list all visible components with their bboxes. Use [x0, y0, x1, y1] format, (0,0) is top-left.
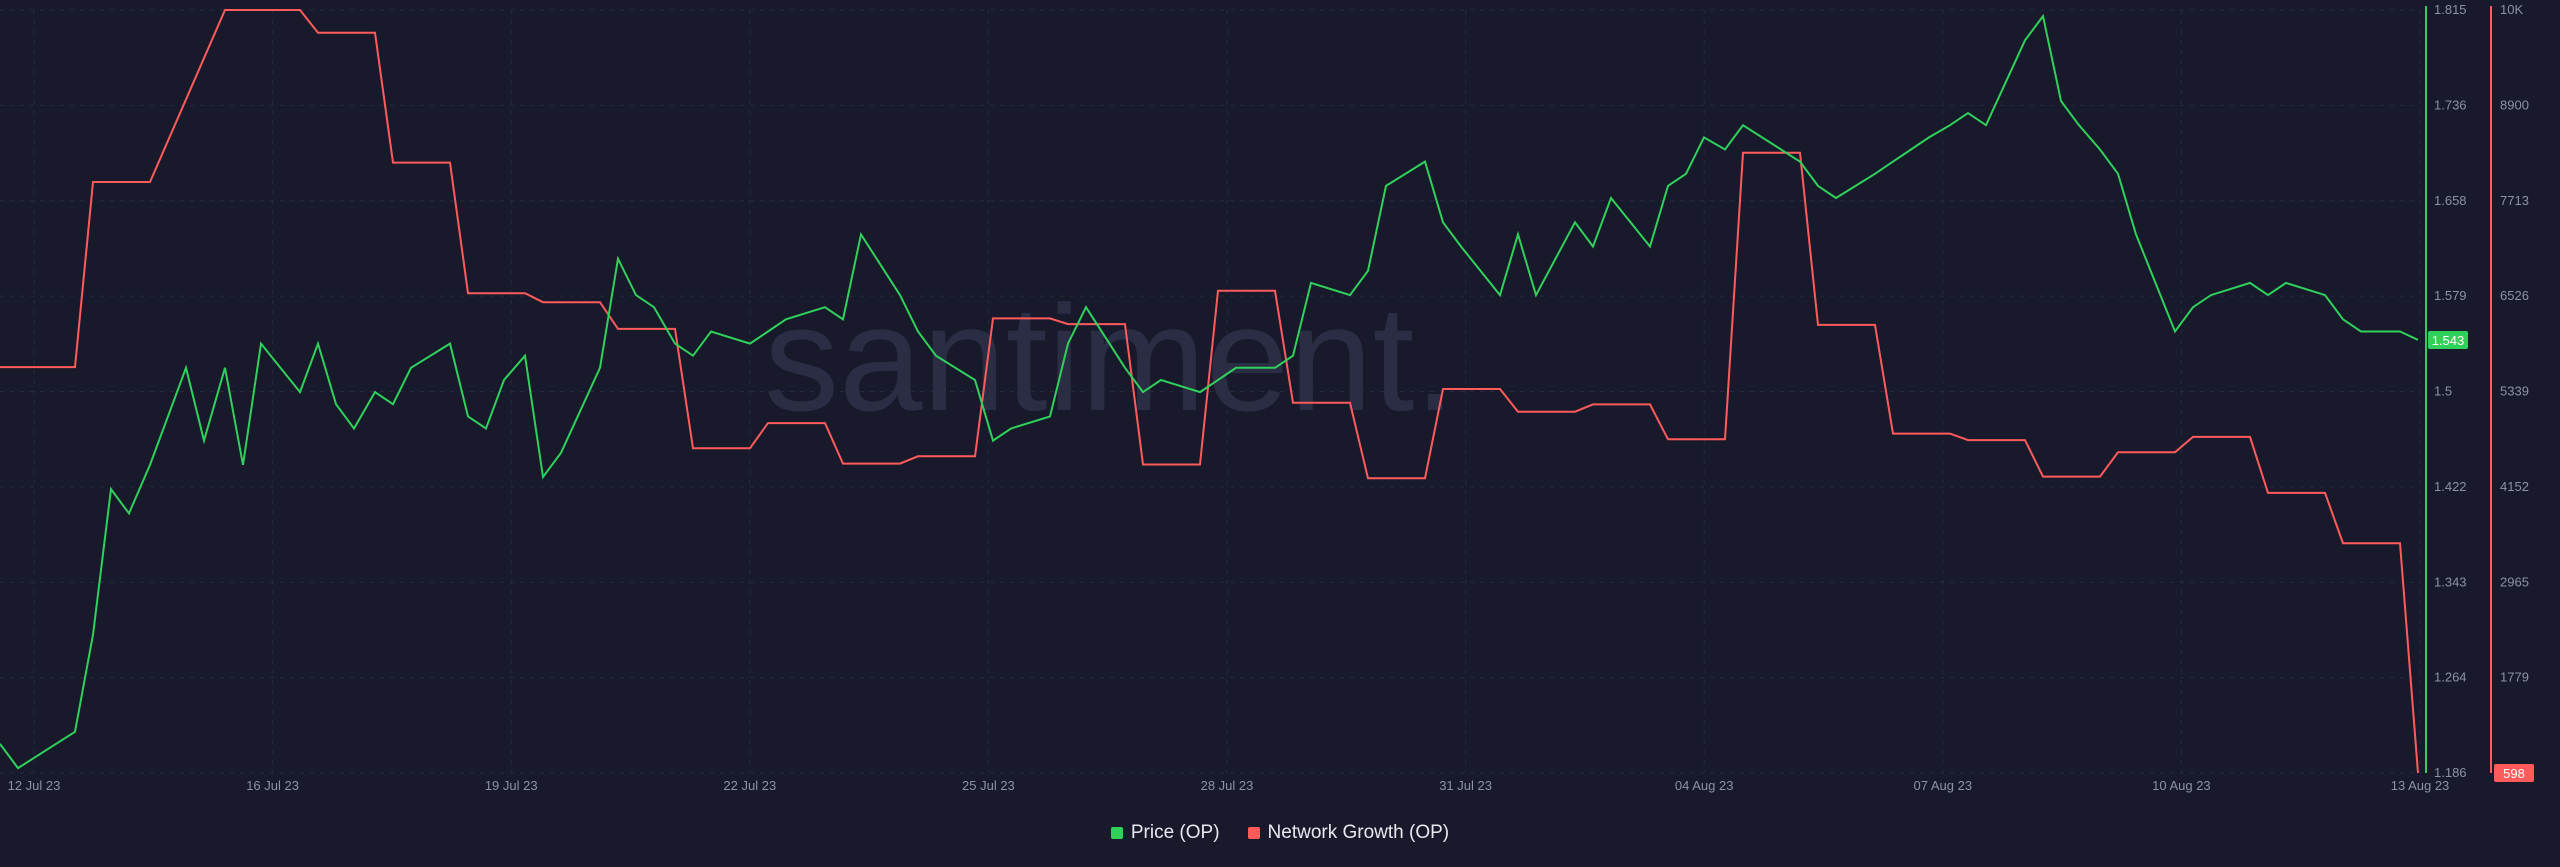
- price-current-badge: 1.543: [2428, 330, 2468, 349]
- price-tick-label: 1.343: [2434, 574, 2467, 589]
- legend-item-network-growth[interactable]: Network Growth (OP): [1247, 822, 1450, 844]
- x-tick-label: 25 Jul 23: [962, 778, 1015, 793]
- price-tick-label: 1.5: [2434, 384, 2452, 399]
- network-growth-tick-label: 4152: [2500, 479, 2529, 494]
- x-tick-label: 19 Jul 23: [485, 778, 538, 793]
- network-growth-tick-label: 1779: [2500, 670, 2529, 685]
- price-tick-label: 1.736: [2434, 97, 2467, 112]
- legend: Price (OP) Network Growth (OP): [0, 822, 2560, 844]
- price-tick-label: 1.422: [2434, 479, 2467, 494]
- x-tick-label: 13 Aug 23: [2391, 778, 2450, 793]
- x-tick-label: 16 Jul 23: [246, 778, 299, 793]
- network-growth-legend-label: Network Growth (OP): [1267, 822, 1450, 843]
- network-growth-tick-label: 5339: [2500, 384, 2529, 399]
- price-tick-label: 1.815: [2434, 2, 2467, 17]
- price-tick-label: 1.264: [2434, 670, 2467, 685]
- price-tick-label: 1.186: [2434, 765, 2467, 780]
- price-tick-label: 1.658: [2434, 193, 2467, 208]
- x-tick-label: 04 Aug 23: [1675, 778, 1734, 793]
- price-legend-label: Price (OP): [1130, 822, 1220, 843]
- price-legend-swatch: [1110, 827, 1123, 839]
- network-growth-tick-label: 6526: [2500, 288, 2529, 303]
- network-growth-legend-swatch: [1247, 827, 1260, 839]
- x-tick-label: 10 Aug 23: [2152, 778, 2211, 793]
- network-growth-tick-label: 7713: [2500, 193, 2529, 208]
- x-tick-label: 31 Jul 23: [1439, 778, 1492, 793]
- network-growth-tick-label: 2965: [2500, 574, 2529, 589]
- price-tick-label: 1.579: [2434, 288, 2467, 303]
- x-tick-label: 07 Aug 23: [1914, 778, 1973, 793]
- x-tick-label: 12 Jul 23: [8, 778, 61, 793]
- network-growth-current-badge: 598: [2494, 764, 2534, 782]
- network-growth-tick-label: 8900: [2500, 97, 2529, 112]
- santiment-watermark: santiment.: [764, 274, 1456, 442]
- svg-text:1.543: 1.543: [2432, 333, 2465, 348]
- svg-text:598: 598: [2503, 766, 2525, 781]
- x-tick-label: 28 Jul 23: [1201, 778, 1254, 793]
- x-tick-label: 22 Jul 23: [723, 778, 776, 793]
- legend-item-price[interactable]: Price (OP): [1110, 822, 1220, 844]
- chart-canvas: santiment. 12 Jul 23 16 Jul 23 19 Jul 23 22…: [0, 0, 2560, 867]
- network-growth-tick-label: 10K: [2500, 2, 2523, 17]
